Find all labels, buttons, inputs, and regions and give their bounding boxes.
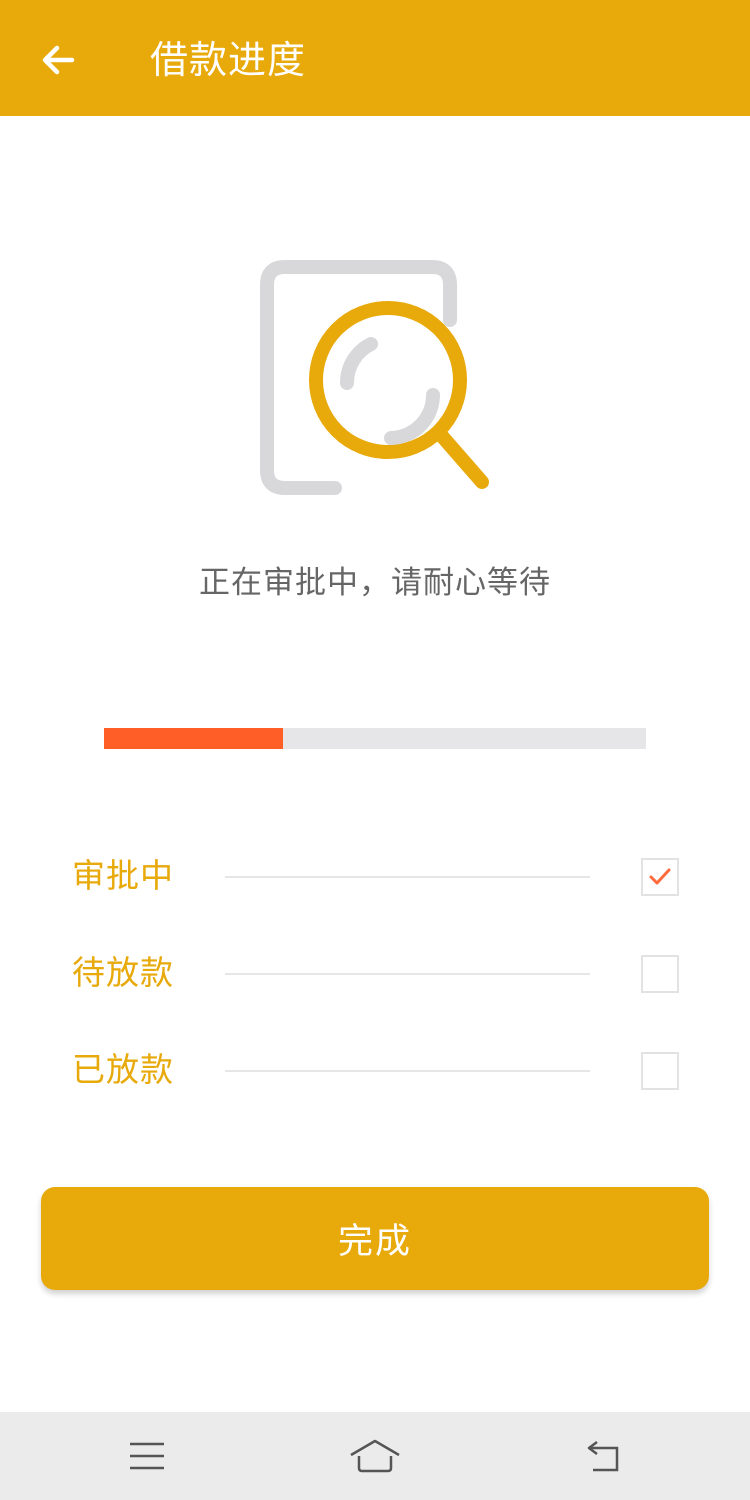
- checkmark-icon: [649, 868, 671, 885]
- arrow-left-icon: [42, 45, 75, 75]
- step-row-disbursed: 已放款: [0, 1040, 750, 1100]
- step-checkbox-disbursed[interactable]: [641, 1052, 679, 1090]
- system-nav-bar: [0, 1412, 750, 1500]
- document-search-icon: [250, 255, 500, 505]
- step-label: 待放款: [72, 953, 174, 992]
- page-title: 借款进度: [150, 38, 307, 82]
- menu-icon: [130, 1442, 164, 1470]
- progress-fill: [104, 728, 283, 749]
- progress-bar: [104, 728, 646, 749]
- home-icon: [350, 1439, 400, 1473]
- step-row-pending-disbursement: 待放款: [0, 943, 750, 1003]
- status-message: 正在审批中，请耐心等待: [199, 565, 551, 601]
- step-divider: [225, 876, 590, 878]
- step-divider: [225, 1070, 590, 1072]
- step-label: 审批中: [72, 856, 174, 895]
- back-button[interactable]: [28, 32, 88, 88]
- step-checkbox-pending-disbursement[interactable]: [641, 955, 679, 993]
- step-divider: [225, 973, 590, 975]
- step-label: 已放款: [72, 1050, 174, 1089]
- step-row-approving: 审批中: [0, 846, 750, 906]
- nav-home-button[interactable]: [345, 1432, 405, 1480]
- nav-back-button[interactable]: [573, 1432, 633, 1480]
- nav-menu-button[interactable]: [117, 1432, 177, 1480]
- back-icon: [587, 1441, 619, 1472]
- app-bar: 借款进度: [0, 0, 750, 116]
- done-button[interactable]: 完成: [41, 1187, 709, 1290]
- step-checkbox-approving[interactable]: [641, 858, 679, 896]
